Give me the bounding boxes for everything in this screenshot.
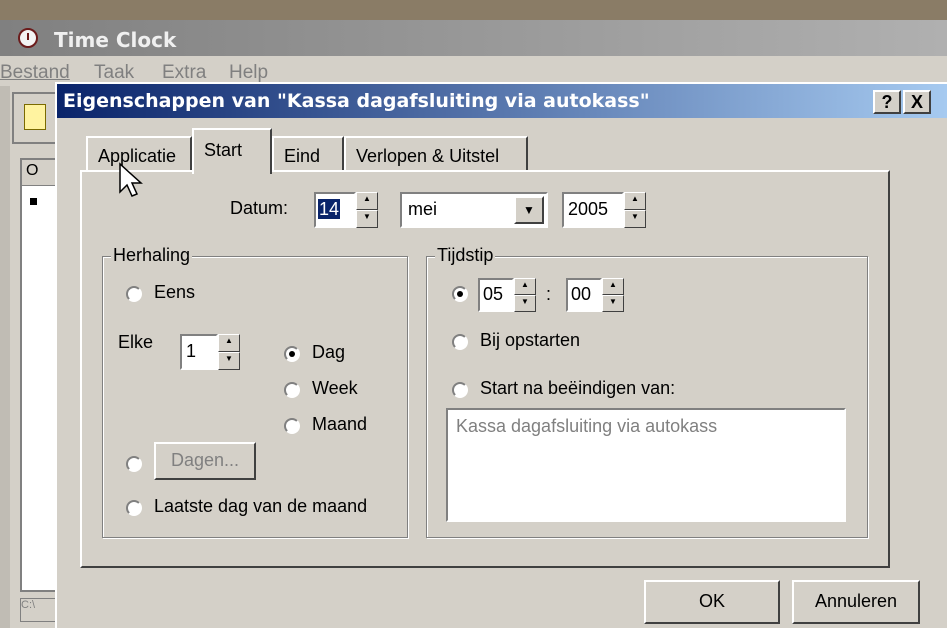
year-field[interactable]: 2005 — [562, 192, 624, 228]
toolbar-button[interactable] — [12, 92, 60, 144]
dagen-radio[interactable] — [126, 456, 142, 472]
minute-field[interactable]: 00 — [566, 278, 602, 312]
spin-up-icon[interactable]: ▲ — [602, 278, 624, 295]
day-value: 14 — [318, 199, 341, 219]
tab-eind[interactable]: Eind — [272, 136, 344, 172]
mouse-cursor-icon — [119, 162, 143, 197]
spin-down-icon[interactable]: ▼ — [356, 210, 378, 228]
dialog-title: Eigenschappen van "Kassa dagafsluiting v… — [63, 90, 650, 112]
help-button[interactable]: ? — [873, 90, 901, 114]
tijdstip-title: Tijdstip — [435, 245, 496, 266]
hour-spinner[interactable]: ▲ ▼ — [514, 278, 536, 312]
list-item-marker — [30, 198, 37, 205]
elke-label: Elke — [118, 332, 154, 352]
cancel-button[interactable]: Annuleren — [792, 580, 920, 624]
menu-bestand[interactable]: Bestand — [0, 62, 70, 84]
week-radio[interactable] — [284, 382, 300, 398]
spin-down-icon[interactable]: ▼ — [514, 295, 536, 312]
dag-radio[interactable] — [284, 346, 300, 362]
spin-up-icon[interactable]: ▲ — [624, 192, 646, 210]
week-label: Week — [312, 378, 358, 398]
spin-down-icon[interactable]: ▼ — [602, 295, 624, 312]
dialog-title-bar: Eigenschappen van "Kassa dagafsluiting v… — [57, 84, 947, 118]
laatste-dag-radio[interactable] — [126, 500, 142, 516]
tab-verlopen-uitstel[interactable]: Verlopen & Uitstel — [344, 136, 528, 172]
bij-opstarten-radio[interactable] — [452, 334, 468, 350]
dag-label: Dag — [312, 342, 346, 362]
elke-spinner[interactable]: ▲ ▼ — [218, 334, 240, 370]
minute-spinner[interactable]: ▲ ▼ — [602, 278, 624, 312]
start-na-label: Start na beëindigen van: — [480, 378, 676, 398]
clock-icon — [18, 28, 38, 48]
time-radio[interactable] — [452, 286, 468, 302]
hour-field[interactable]: 05 — [478, 278, 514, 312]
ok-button[interactable]: OK — [644, 580, 780, 624]
app-title-bar: Time Clock — [0, 20, 947, 56]
dropdown-arrow-icon[interactable]: ▼ — [514, 196, 544, 224]
month-value: mei — [408, 199, 438, 219]
status-bar: C:\ — [20, 598, 60, 622]
start-na-radio[interactable] — [452, 382, 468, 398]
laatste-dag-label: Laatste dag van de maand — [154, 496, 368, 516]
month-select[interactable]: mei ▼ — [400, 192, 548, 228]
maand-label: Maand — [312, 414, 368, 434]
document-icon — [24, 104, 46, 130]
start-na-field[interactable]: Kassa dagafsluiting via autokass — [446, 408, 846, 522]
spin-down-icon[interactable]: ▼ — [218, 352, 240, 370]
dagen-button[interactable]: Dagen... — [154, 442, 256, 480]
tab-start[interactable]: Start — [192, 128, 272, 174]
spin-down-icon[interactable]: ▼ — [624, 210, 646, 228]
day-field[interactable]: 14 — [314, 192, 356, 228]
menu-extra[interactable]: Extra — [162, 62, 206, 84]
day-spinner[interactable]: ▲ ▼ — [356, 192, 378, 228]
elke-field[interactable]: 1 — [180, 334, 218, 370]
task-list[interactable]: O — [20, 158, 60, 592]
year-spinner[interactable]: ▲ ▼ — [624, 192, 646, 228]
eens-label: Eens — [154, 282, 196, 302]
close-button[interactable]: X — [903, 90, 931, 114]
window-edge — [0, 20, 10, 628]
datum-label: Datum: — [230, 198, 289, 218]
bij-opstarten-label: Bij opstarten — [480, 330, 581, 350]
menu-help[interactable]: Help — [229, 62, 268, 84]
maand-radio[interactable] — [284, 418, 300, 434]
eens-radio[interactable] — [126, 286, 142, 302]
spin-up-icon[interactable]: ▲ — [218, 334, 240, 352]
time-separator: : — [546, 284, 552, 304]
spin-up-icon[interactable]: ▲ — [514, 278, 536, 295]
menu-taak[interactable]: Taak — [94, 62, 134, 84]
spin-up-icon[interactable]: ▲ — [356, 192, 378, 210]
herhaling-title: Herhaling — [111, 245, 193, 266]
desktop-strip — [0, 0, 947, 20]
app-title: Time Clock — [54, 28, 177, 52]
